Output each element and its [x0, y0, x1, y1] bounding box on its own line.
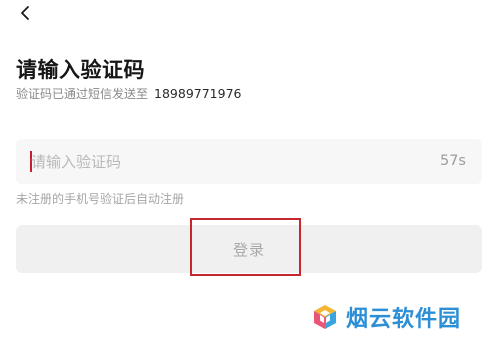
watermark: 烟云软件园: [310, 301, 461, 333]
verification-code-input[interactable]: [31, 139, 411, 184]
chevron-left-icon: [21, 6, 29, 20]
login-button-label: 登录: [232, 240, 265, 259]
auto-register-note: 未注册的手机号验证后自动注册: [16, 192, 185, 206]
page-title: 请输入验证码: [16, 58, 145, 82]
sms-sent-hint: 验证码已通过短信发送至 18989771976: [16, 85, 242, 102]
sms-sent-label: 验证码已通过短信发送至: [16, 87, 149, 101]
verification-code-field[interactable]: 57s: [16, 139, 482, 184]
watermark-text: 烟云软件园: [346, 307, 462, 332]
back-button[interactable]: [14, 2, 36, 24]
resend-countdown: 57s: [439, 153, 466, 169]
login-button[interactable]: 登录: [16, 225, 482, 273]
cube-logo-icon: [314, 305, 336, 329]
phone-number: 18989771976: [154, 86, 242, 101]
